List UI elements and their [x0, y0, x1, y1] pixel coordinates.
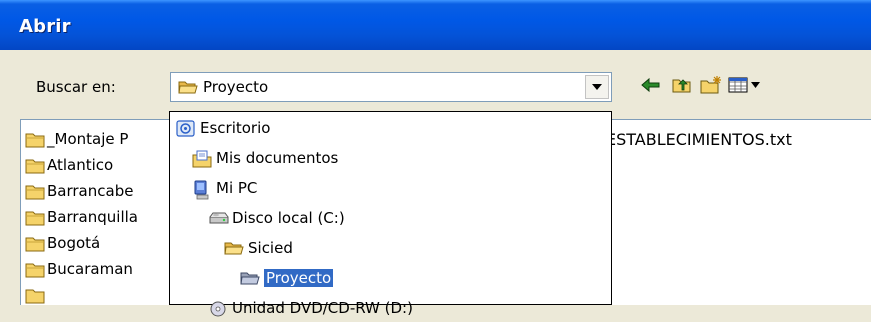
folder-icon	[25, 210, 45, 230]
dropdown-item-label: Unidad DVD/CD-RW (D:)	[232, 299, 413, 317]
list-item-label: Barrancabe	[47, 182, 134, 200]
window-title: Abrir	[19, 16, 71, 37]
dropdown-item-label: Sicied	[248, 239, 293, 257]
folder-icon	[25, 236, 45, 256]
list-item-label: Atlantico	[47, 156, 114, 174]
look-in-label: Buscar en:	[36, 78, 116, 96]
dropdown-item-label: Escritorio	[200, 119, 271, 137]
dropdown-item-label: Mi PC	[216, 179, 258, 197]
open-folder-icon	[240, 270, 260, 290]
chevron-down-icon	[592, 84, 602, 90]
open-folder-icon	[178, 79, 198, 99]
list-item-label: Bucaraman	[47, 260, 133, 278]
list-item-label: _Montaje P	[47, 130, 129, 148]
hard-drive-icon	[208, 210, 230, 232]
dropdown-item-label: Disco local (C:)	[232, 209, 345, 227]
desktop-icon	[176, 120, 196, 142]
look-in-dropdown-list[interactable]: Escritorio Mis documentos Mi PC Disco lo…	[169, 111, 612, 317]
list-item-label: Barranquilla	[47, 208, 138, 226]
look-in-combobox[interactable]: Proyecto	[170, 72, 612, 102]
title-bar[interactable]: Abrir	[0, 0, 871, 50]
look-in-value: Proyecto	[203, 78, 269, 96]
view-menu-icon[interactable]	[727, 75, 763, 99]
up-one-level-icon[interactable]	[671, 75, 693, 99]
dropdown-item-label: Proyecto	[264, 269, 334, 287]
back-arrow-icon[interactable]	[640, 75, 662, 99]
folder-icon	[25, 262, 45, 282]
look-in-dropdown-button[interactable]	[585, 75, 609, 99]
my-computer-icon	[192, 180, 212, 204]
file-name-establecimientos[interactable]: ESTABLECIMIENTOS.txt	[606, 130, 792, 149]
folder-icon	[25, 132, 45, 152]
new-folder-icon[interactable]	[699, 75, 723, 99]
list-item-label: Bogotá	[47, 234, 101, 252]
my-documents-icon	[192, 150, 212, 172]
open-folder-icon	[224, 240, 244, 260]
cd-drive-icon	[208, 300, 228, 322]
folder-icon	[25, 158, 45, 178]
folder-icon	[25, 184, 45, 204]
folder-icon	[25, 288, 45, 308]
dropdown-item-label: Mis documentos	[216, 149, 339, 167]
